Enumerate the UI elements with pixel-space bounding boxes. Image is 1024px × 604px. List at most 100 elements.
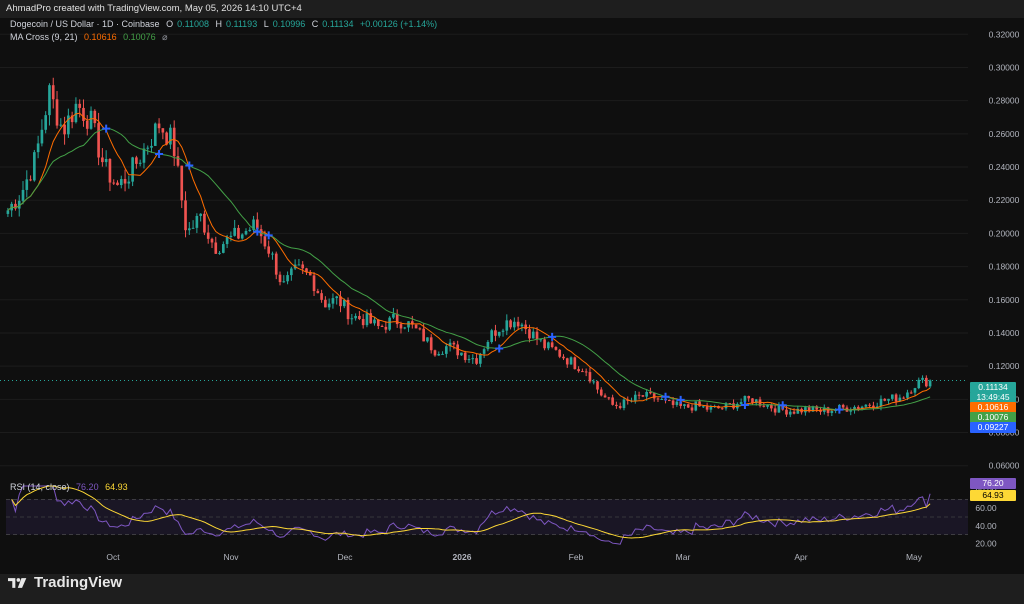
price-tick-label: 0.20000 (989, 228, 1020, 238)
candle-body (925, 377, 928, 387)
high-label: H (215, 19, 223, 29)
chart-background (0, 18, 968, 574)
candle-body (127, 181, 131, 184)
price-tick-label: 0.26000 (989, 129, 1020, 139)
candle-body (135, 157, 138, 164)
symbol-legend[interactable]: Dogecoin / US Dollar · 1D · Coinbase O 0.… (10, 19, 441, 29)
time-tick-label: May (906, 552, 923, 562)
candle-body (641, 395, 645, 397)
time-tick-label: Nov (223, 552, 239, 562)
candle-body (63, 124, 66, 135)
candle-body (119, 179, 123, 186)
eye-off-icon[interactable]: ⌀ (162, 32, 167, 42)
candle-body (210, 238, 214, 243)
candle-body (584, 371, 588, 373)
price-tick-label: 0.30000 (989, 62, 1020, 72)
candle-body (887, 398, 890, 401)
candle-body (535, 331, 539, 340)
candle-body (720, 408, 724, 410)
candle-body (433, 350, 437, 356)
candle-body (331, 298, 335, 304)
candle-body (414, 324, 418, 329)
candle-body (479, 353, 482, 364)
rsi-label[interactable]: RSI (14, close) (10, 482, 70, 492)
candle-body (244, 231, 248, 235)
candle-body (282, 281, 286, 283)
candle-body (482, 349, 486, 354)
candle-body (562, 356, 565, 359)
candle-body (388, 317, 391, 330)
candle-body (558, 349, 562, 357)
candle-body (456, 344, 459, 356)
tradingview-logo[interactable]: TradingView (8, 574, 122, 591)
candle-body (539, 339, 543, 341)
candle-body (89, 110, 93, 129)
candle-body (868, 404, 871, 406)
ma-legend[interactable]: MA Cross (9, 21) 0.10616 0.10076 ⌀ (10, 32, 172, 43)
candle-body (218, 252, 221, 254)
price-tick-label: 0.18000 (989, 262, 1020, 272)
symbol-name[interactable]: Dogecoin / US Dollar · 1D · Coinbase (10, 19, 160, 29)
candle-body (622, 399, 626, 409)
candle-body (51, 85, 55, 100)
candle-body (581, 371, 584, 373)
candle-body (547, 342, 550, 349)
candle-body (29, 179, 32, 181)
candle-body (747, 396, 751, 399)
price-tick-label: 0.24000 (989, 162, 1020, 172)
candle-body (671, 400, 675, 405)
candle-body (694, 401, 698, 411)
candle-body (902, 397, 905, 399)
candle-body (278, 274, 282, 283)
candle-body (611, 397, 614, 405)
close-label: C (311, 19, 319, 29)
candle-body (637, 394, 641, 396)
candle-body (520, 324, 524, 327)
candle-body (85, 120, 89, 129)
candle-body (199, 213, 202, 216)
price-tick-label: 0.14000 (989, 328, 1020, 338)
candle-body (142, 148, 146, 163)
rsi-legend[interactable]: RSI (14, close) 76.20 64.93 (10, 482, 132, 492)
candle-body (116, 182, 119, 186)
candle-body (524, 324, 528, 330)
candle-body (206, 232, 210, 239)
candle-body (516, 321, 520, 327)
candle-body (452, 342, 456, 345)
candle-body (222, 244, 225, 253)
candle-body (191, 227, 195, 229)
chart-canvas[interactable]: 0.32000 0.30000 0.28000 0.26000 0.24000 0.220… (0, 18, 1024, 574)
time-tick-label: Dec (337, 552, 353, 562)
candle-body (917, 379, 921, 389)
candle-body (316, 291, 320, 294)
rsi-value-tag: 76.20 (970, 478, 1016, 489)
attribution-text: AhmadPro created with TradingView.com, M… (6, 3, 302, 14)
rsi-tick-label: 20.00 (975, 539, 997, 549)
candle-body (380, 325, 384, 327)
candle-body (93, 110, 97, 124)
candle-body (78, 103, 82, 108)
candle-body (437, 353, 441, 356)
candle-body (104, 158, 108, 163)
candle-body (237, 227, 240, 239)
candle-body (785, 409, 788, 415)
candle-body (225, 237, 229, 245)
candle-body (690, 407, 694, 411)
candle-body (187, 228, 191, 231)
candle-body (263, 236, 267, 247)
candle-body (361, 319, 365, 326)
change-value: +0.00126 (+1.14%) (360, 19, 438, 29)
candle-body (550, 342, 554, 348)
ma-label[interactable]: MA Cross (9, 21) (10, 32, 78, 42)
candle-body (732, 403, 735, 409)
candle-body (240, 234, 244, 239)
candle-body (161, 128, 165, 133)
candle-body (229, 235, 233, 238)
candle-body (6, 210, 10, 214)
open-label: O (166, 19, 174, 29)
candle-body (467, 358, 471, 361)
chart-attribution: AhmadPro created with TradingView.com, M… (0, 0, 1024, 18)
candle-body (686, 404, 690, 408)
candle-body (471, 358, 475, 360)
price-tick-label: 0.32000 (989, 29, 1020, 39)
